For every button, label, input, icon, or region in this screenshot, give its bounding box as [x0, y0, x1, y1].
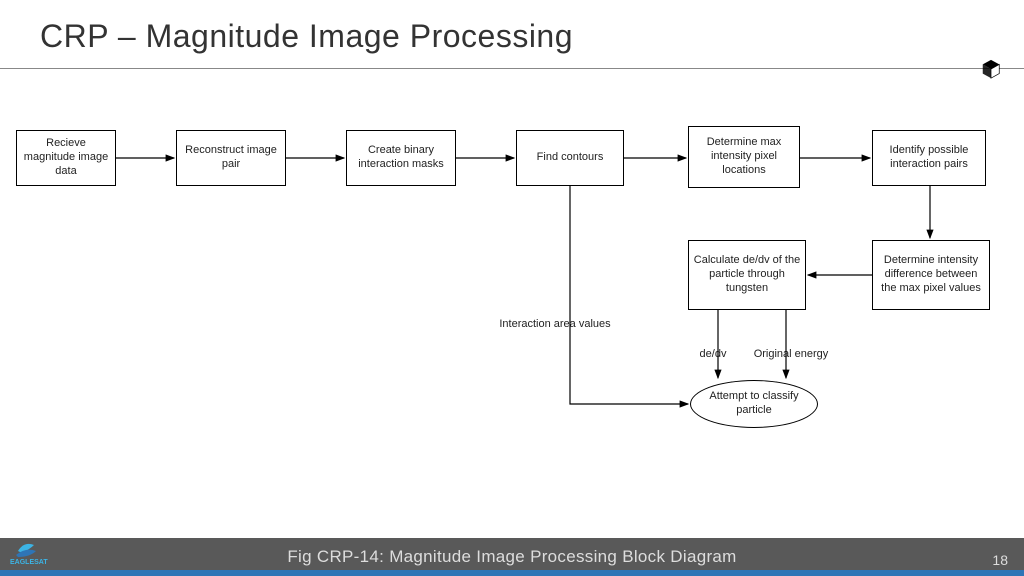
eaglesat-logo: EAGLESAT: [8, 537, 64, 570]
svg-text:EAGLESAT: EAGLESAT: [10, 559, 48, 565]
box-dedv: Calculate de/dv of the particle through …: [688, 240, 806, 310]
title-rule: [0, 68, 1024, 69]
label-interaction-area: Interaction area values: [480, 318, 630, 330]
box-reconstruct: Reconstruct image pair: [176, 130, 286, 186]
box-max-intensity: Determine max intensity pixel locations: [688, 126, 800, 188]
page-number: 18: [992, 552, 1008, 568]
box-intensity-diff: Determine intensity difference between t…: [872, 240, 990, 310]
box-binary-masks: Create binary interaction masks: [346, 130, 456, 186]
box-find-contours: Find contours: [516, 130, 624, 186]
label-dedv: de/dv: [688, 348, 738, 360]
footer-bar: Fig CRP-14: Magnitude Image Processing B…: [0, 538, 1024, 576]
footer-accent: [0, 570, 1024, 576]
cube-icon: [980, 58, 1002, 85]
page-title: CRP – Magnitude Image Processing: [40, 18, 573, 55]
box-interaction-pairs: Identify possible interaction pairs: [872, 130, 986, 186]
slide: CRP – Magnitude Image Processing Recieve…: [0, 0, 1024, 576]
box-receive-data: Recieve magnitude image data: [16, 130, 116, 186]
arrows: [0, 100, 1024, 520]
block-diagram: Recieve magnitude image data Reconstruct…: [0, 100, 1024, 520]
box-classify: Attempt to classify particle: [690, 380, 818, 428]
label-original-energy: Original energy: [746, 348, 836, 360]
footer-caption: Fig CRP-14: Magnitude Image Processing B…: [287, 547, 736, 567]
